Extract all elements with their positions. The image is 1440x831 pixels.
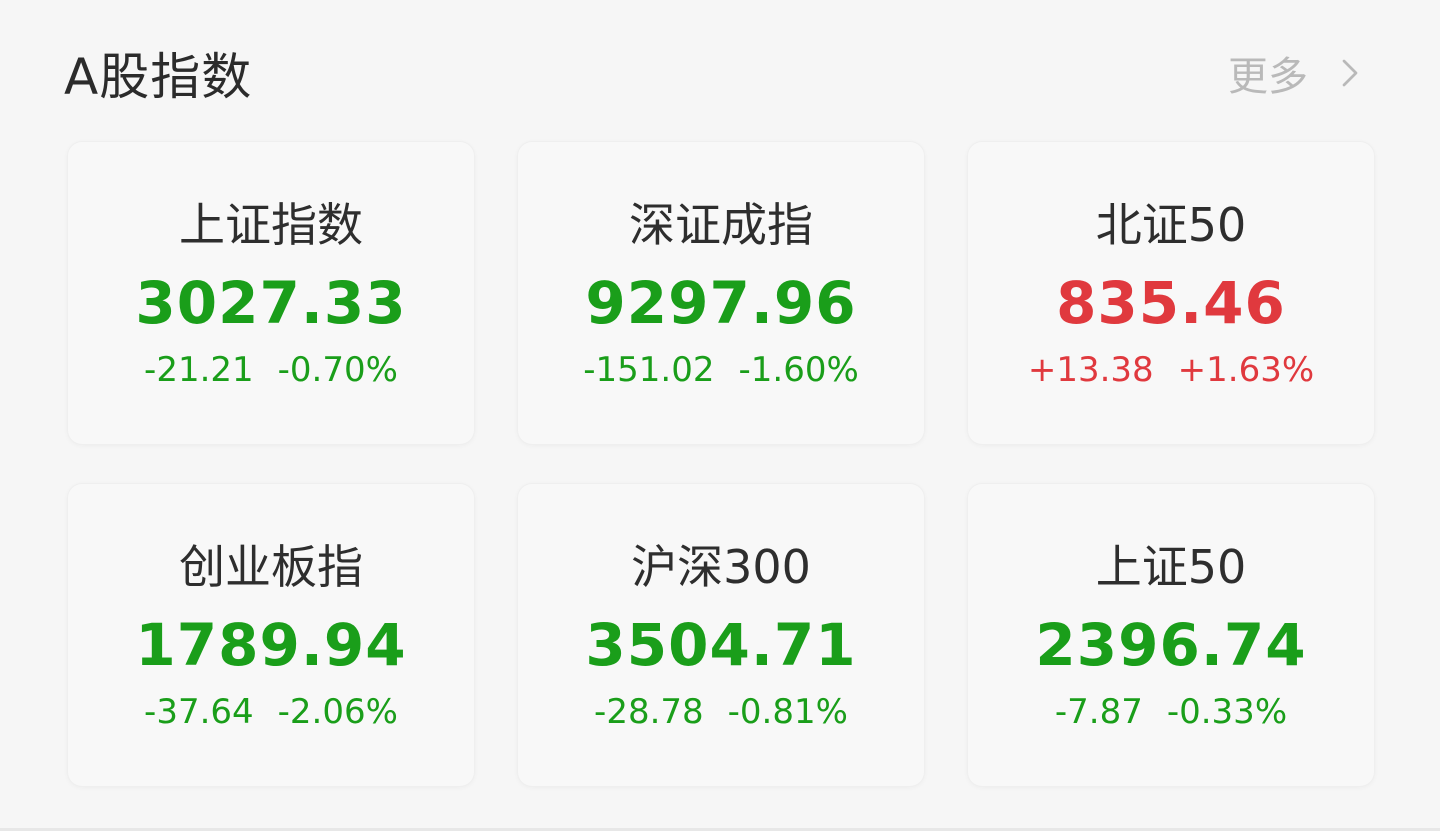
index-changes: -28.78 -0.81% (594, 691, 848, 733)
index-changes: +13.38 +1.63% (1028, 349, 1314, 391)
more-link[interactable]: 更多 (1228, 44, 1368, 102)
index-value: 2396.74 (1035, 611, 1307, 679)
index-changes: -151.02 -1.60% (583, 349, 859, 391)
index-change-percent: -0.70% (277, 350, 398, 390)
index-changes: -21.21 -0.70% (144, 349, 398, 391)
index-change-percent: -0.33% (1166, 692, 1288, 732)
index-change-percent: -2.06% (277, 692, 398, 732)
index-name: 北证50 (1095, 198, 1247, 252)
index-value: 3027.33 (135, 269, 407, 337)
index-card[interactable]: 上证50 2396.74 -7.87 -0.33% (968, 484, 1374, 786)
section-title: A股指数 (64, 48, 253, 106)
index-card[interactable]: 沪深300 3504.71 -28.78 -0.81% (518, 484, 924, 786)
index-change: -37.64 (144, 692, 254, 732)
index-change-percent: -0.81% (727, 692, 848, 732)
index-change: -28.78 (594, 692, 704, 732)
index-value: 3504.71 (585, 611, 857, 679)
index-change: -21.21 (144, 350, 254, 390)
index-grid: 上证指数 3027.33 -21.21 -0.70% 深证成指 9297.96 … (68, 142, 1374, 786)
index-change: +13.38 (1027, 350, 1154, 390)
index-value: 1789.94 (135, 611, 407, 679)
index-name: 上证指数 (179, 198, 363, 252)
index-card[interactable]: 深证成指 9297.96 -151.02 -1.60% (518, 142, 924, 444)
index-change-percent: -1.60% (738, 350, 859, 390)
index-card[interactable]: 创业板指 1789.94 -37.64 -2.06% (68, 484, 474, 786)
chevron-right-icon (1342, 59, 1358, 87)
index-value: 9297.96 (585, 269, 857, 337)
section-header: A股指数 更多 (64, 38, 1368, 108)
index-name: 创业板指 (179, 540, 363, 594)
a-share-indices-panel: A股指数 更多 上证指数 3027.33 -21.21 -0.70% 深证成指 … (0, 0, 1440, 831)
index-value: 835.46 (1056, 269, 1286, 337)
index-change: -151.02 (583, 350, 715, 390)
index-card[interactable]: 上证指数 3027.33 -21.21 -0.70% (68, 142, 474, 444)
index-changes: -7.87 -0.33% (1055, 691, 1287, 733)
index-change: -7.87 (1054, 692, 1143, 732)
index-card[interactable]: 北证50 835.46 +13.38 +1.63% (968, 142, 1374, 444)
index-name: 深证成指 (629, 198, 813, 252)
more-label: 更多 (1228, 54, 1308, 100)
index-name: 上证50 (1095, 540, 1247, 594)
index-changes: -37.64 -2.06% (144, 691, 398, 733)
index-name: 沪深300 (631, 540, 811, 594)
index-change-percent: +1.63% (1177, 350, 1315, 390)
